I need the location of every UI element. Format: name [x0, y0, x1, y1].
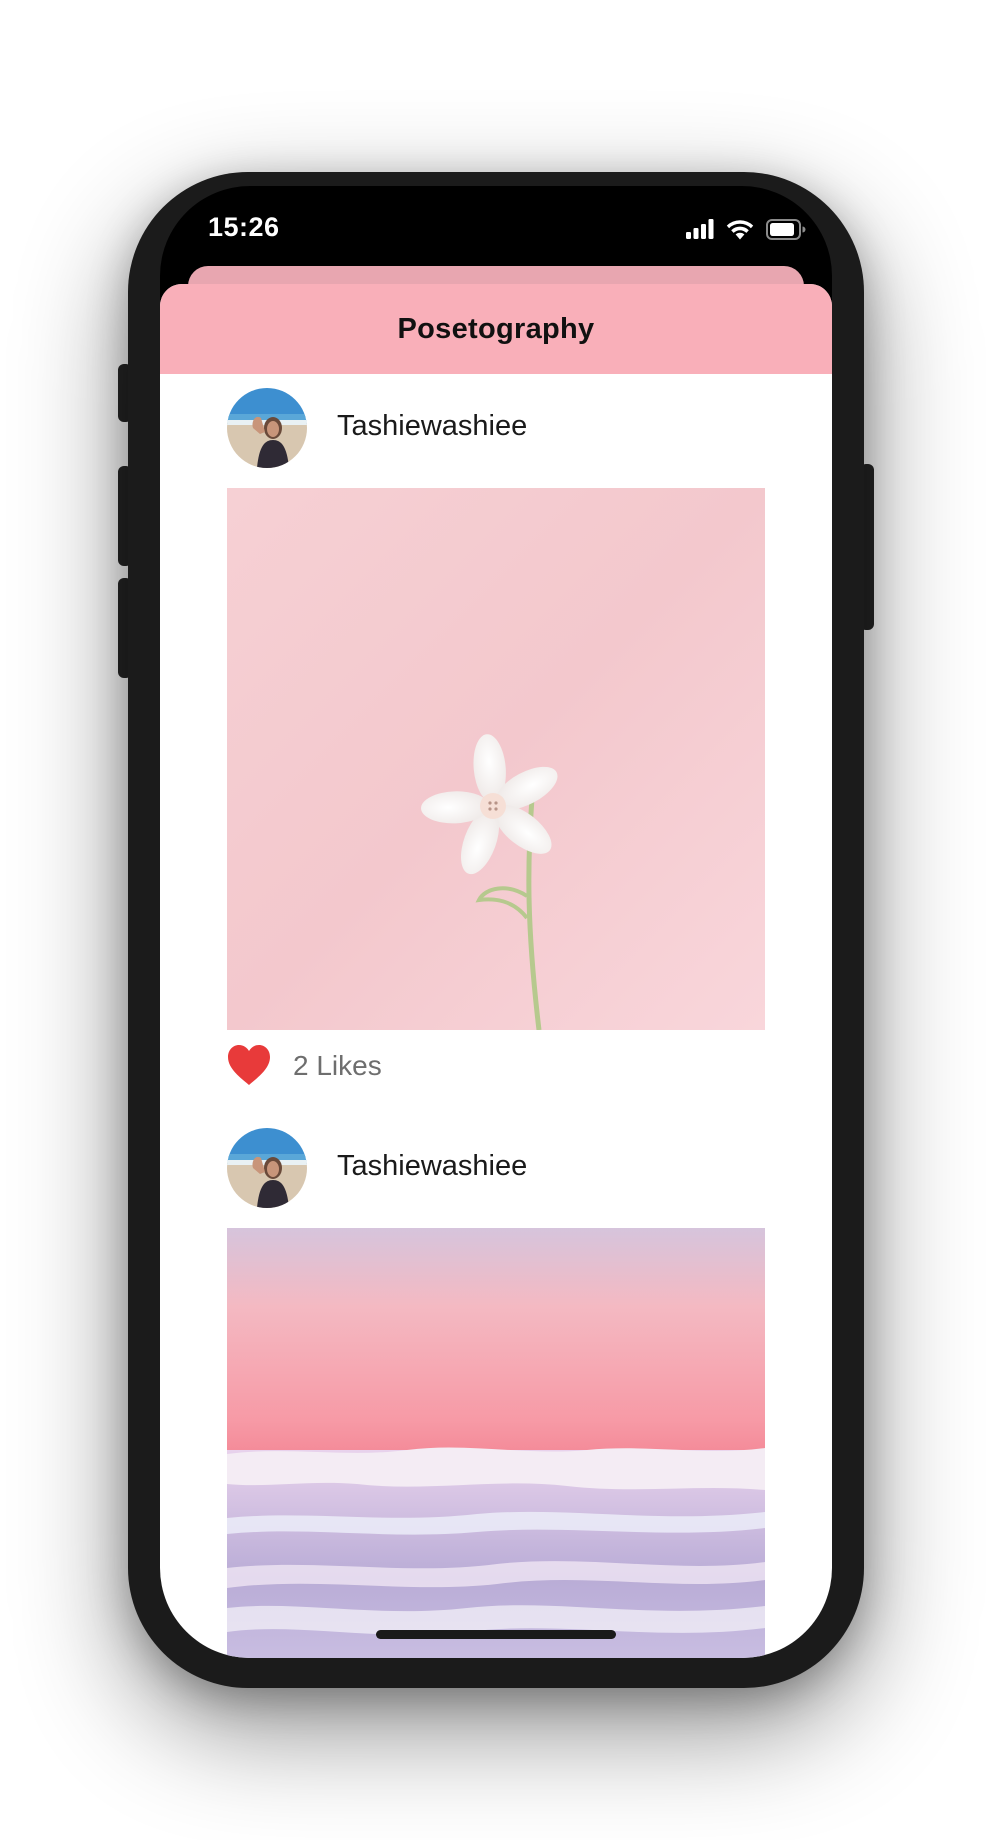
status-time: 15:26 [208, 212, 280, 242]
nav-bar: Posetography [160, 284, 832, 374]
status-icons [686, 216, 806, 242]
avatar[interactable] [227, 1128, 307, 1208]
page-title: Posetography [397, 312, 595, 345]
device-stage: 15:26 Posetography Tashiewashiee 2 Likes… [0, 0, 992, 1840]
post-header: Tashiewashiee [227, 1128, 767, 1210]
post-image[interactable] [227, 1228, 765, 1658]
username[interactable]: Tashiewashiee [337, 1150, 527, 1183]
avatar[interactable] [227, 388, 307, 468]
phone-screen: 15:26 Posetography Tashiewashiee 2 Likes… [160, 186, 832, 1658]
post-header: Tashiewashiee [227, 388, 767, 470]
heart-icon[interactable] [227, 1044, 271, 1086]
post-footer: 2 Likes [227, 1042, 767, 1092]
modal-sheet: Posetography Tashiewashiee 2 Likes Tashi… [160, 284, 832, 1658]
wifi-icon [726, 219, 754, 240]
post-card: Tashiewashiee [227, 1128, 767, 1658]
status-bar: 15:26 [160, 186, 832, 272]
post-image[interactable] [227, 488, 765, 1030]
battery-icon [766, 218, 806, 240]
likes-count: 2 Likes [293, 1050, 382, 1081]
home-indicator[interactable] [376, 1630, 616, 1639]
username[interactable]: Tashiewashiee [337, 410, 527, 443]
cellular-signal-icon [686, 219, 714, 239]
post-card: Tashiewashiee [227, 388, 767, 1085]
